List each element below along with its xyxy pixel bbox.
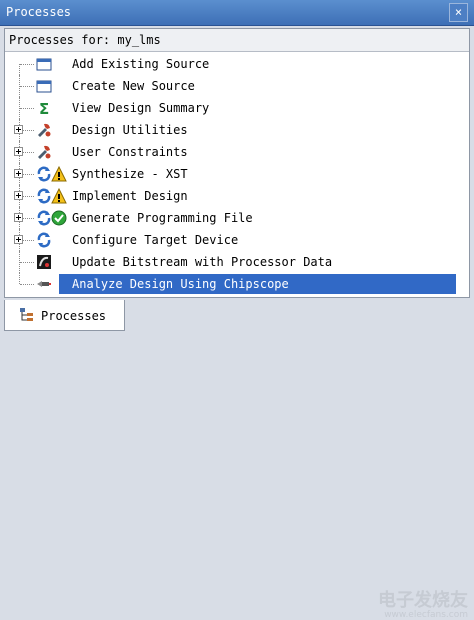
process-item-label: View Design Summary [72, 101, 210, 115]
process-item[interactable]: Implement Design [5, 185, 469, 207]
tree-line [19, 64, 20, 75]
tree-line [19, 273, 20, 284]
tools-icon [38, 123, 51, 137]
warning-icon [51, 166, 67, 182]
svg-text:Σ: Σ [39, 100, 49, 116]
tab-label: Processes [41, 309, 107, 323]
process-item[interactable]: Update Bitstream with Processor Data [5, 251, 469, 273]
watermark: 电子发烧友 www.elecfans.com [378, 586, 468, 620]
window-icon [36, 58, 52, 71]
panel-header: Processes for: my_lms [5, 29, 469, 52]
refresh-icon [37, 232, 51, 248]
expand-toggle[interactable] [14, 235, 23, 244]
process-item[interactable]: Σ View Design Summary [5, 97, 469, 119]
tab-bar: Processes 电子发烧友 www.elecfans.com [0, 300, 474, 620]
tree-line [20, 108, 34, 109]
process-item[interactable]: Generate Programming File [5, 207, 469, 229]
refresh-icon [37, 188, 51, 204]
sigma-icon: Σ [39, 100, 49, 116]
probe-icon [37, 281, 51, 287]
ok-icon [51, 210, 67, 226]
watermark-url: www.elecfans.com [384, 610, 468, 620]
process-item-label: User Constraints [72, 145, 188, 159]
refresh-icon [37, 210, 51, 226]
process-tree-icon [20, 308, 33, 321]
tree-line [20, 64, 34, 65]
process-item-label: Add Existing Source [72, 57, 210, 71]
refresh-icon [37, 166, 51, 182]
tab-processes[interactable]: Processes [4, 300, 125, 331]
process-item-label: Synthesize - XST [72, 167, 188, 181]
tools-icon [38, 145, 51, 159]
window-title: Processes [6, 5, 72, 19]
tree-line [20, 284, 34, 285]
process-item[interactable]: Synthesize - XST [5, 163, 469, 185]
window-icon [36, 80, 52, 93]
process-item-label: Implement Design [72, 189, 188, 203]
process-item-label: Design Utilities [72, 123, 188, 137]
process-item-label: Generate Programming File [72, 211, 253, 225]
title-bar: Processes × [0, 0, 474, 26]
warning-icon [51, 188, 67, 204]
processes-panel: Processes for: my_lms Add Existing Sourc… [4, 28, 470, 298]
expand-toggle[interactable] [14, 125, 23, 134]
watermark-logo: 电子发烧友 [378, 590, 468, 611]
tree-line [20, 262, 34, 263]
process-item-label: Update Bitstream with Processor Data [72, 255, 333, 269]
process-item-label: Analyze Design Using Chipscope [72, 277, 289, 291]
panel-header-label: Processes for: my_lms [9, 33, 161, 47]
process-item[interactable]: Add Existing Source [5, 53, 469, 75]
expand-toggle[interactable] [14, 191, 23, 200]
process-item-label: Create New Source [72, 79, 195, 93]
process-item[interactable]: Analyze Design Using Chipscope [5, 273, 469, 295]
process-item-label: Configure Target Device [72, 233, 239, 247]
process-item[interactable]: Create New Source [5, 75, 469, 97]
process-item[interactable]: Configure Target Device [5, 229, 469, 251]
process-item[interactable]: Design Utilities [5, 119, 469, 141]
tree-line [20, 86, 34, 87]
close-icon[interactable]: × [449, 3, 468, 22]
process-item[interactable]: User Constraints [5, 141, 469, 163]
expand-toggle[interactable] [14, 169, 23, 178]
expand-toggle[interactable] [14, 147, 23, 156]
expand-toggle[interactable] [14, 213, 23, 222]
chip-icon [37, 255, 51, 269]
process-tree: Add Existing Source Create New Source Σ Vie… [5, 53, 469, 295]
